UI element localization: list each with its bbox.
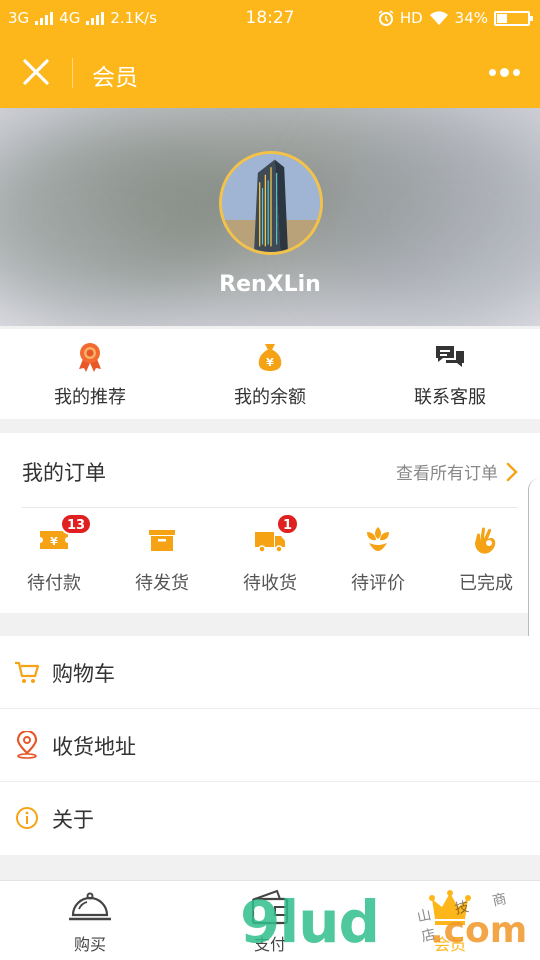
tab-label: 会员 [433,935,466,954]
quick-action-balance[interactable]: ¥ 我的余额 [180,329,360,419]
nav-divider [72,58,73,88]
order-completed[interactable]: 已完成 [432,515,540,605]
order-status-label: 待收货 [243,573,297,594]
info-icon [16,807,38,829]
flower-icon [367,527,389,551]
nav-bar: 会员 [0,36,540,108]
order-status-label: 已完成 [459,573,513,594]
avatar-image [222,154,320,252]
view-all-label: 查看所有订单 [396,464,498,484]
order-pending-payment[interactable]: ¥ 13 待付款 [0,513,108,605]
order-pending-receipt[interactable]: 1 待收货 [216,513,324,605]
status-bar: 3G 4G 2.1K/s 18:27 HD 34% [0,0,540,36]
ribbon-award-icon [79,343,101,372]
more-options-icon[interactable] [489,68,520,77]
page-title: 会员 [92,65,138,91]
cart-icon [15,661,40,683]
quick-action-label: 我的余额 [234,387,306,408]
tab-label: 支付 [253,935,286,954]
chevron-right-icon [506,462,518,481]
profile-header: RenXLin [0,108,540,326]
order-status-label: 待发货 [135,573,189,594]
battery-fill [497,13,507,23]
chat-bubbles-icon [436,346,464,367]
order-pending-review[interactable]: 待评价 [324,515,432,605]
quick-action-label: 联系客服 [414,387,486,408]
badge-count: 13 [60,513,93,535]
order-status-label: 待评价 [351,573,405,594]
tab-buy[interactable]: 购买 [0,881,180,960]
svg-text:¥: ¥ [50,535,58,548]
location-pin-icon [16,731,38,759]
tab-bar: 购买 支付 会员 [0,880,540,960]
menu-item-cart[interactable]: 购物车 [0,636,540,709]
tab-member[interactable]: 会员 [360,881,540,960]
ok-hand-icon [475,527,496,554]
svg-text:¥: ¥ [266,356,274,369]
orders-title: 我的订单 [22,461,106,485]
close-icon[interactable] [22,58,50,86]
status-right: HD 34% [378,9,533,27]
battery-percent: 34% [454,9,488,27]
tab-label: 购买 [73,935,106,954]
wifi-icon [429,10,448,25]
view-all-orders-link[interactable]: 查看所有订单 [396,459,518,484]
quick-action-recommend[interactable]: 我的推荐 [0,329,180,419]
money-bag-icon: ¥ [258,344,282,371]
menu-list: 购物车 收货地址 关于 [0,636,540,855]
food-cloche-icon [69,892,111,921]
quick-actions: 我的推荐 ¥ 我的余额 联系客服 [0,329,540,419]
orders-section: 我的订单 查看所有订单 ¥ 13 待付款 待发货 1 待收货 待评价 已完成 [0,433,540,613]
menu-item-label: 购物车 [52,662,115,686]
quick-action-support[interactable]: 联系客服 [360,329,540,419]
tab-pay[interactable]: 支付 [180,881,360,960]
crown-icon [429,890,471,925]
order-pending-shipment[interactable]: 待发货 [108,515,216,605]
menu-item-label: 收货地址 [52,735,136,759]
order-status-label: 待付款 [27,573,81,594]
menu-item-address[interactable]: 收货地址 [0,709,540,782]
menu-item-label: 关于 [52,808,94,832]
hd-label: HD [399,9,423,27]
battery-icon [494,10,533,26]
avatar[interactable] [219,151,323,255]
order-status-row: ¥ 13 待付款 待发货 1 待收货 待评价 已完成 [0,513,540,605]
wallet-icon [251,889,289,925]
badge-count: 1 [276,513,300,535]
alarm-icon [378,10,394,26]
menu-item-about[interactable]: 关于 [0,782,540,855]
username: RenXLin [219,272,321,297]
quick-action-label: 我的推荐 [54,387,126,408]
package-box-icon [149,530,175,551]
divider [22,507,518,508]
